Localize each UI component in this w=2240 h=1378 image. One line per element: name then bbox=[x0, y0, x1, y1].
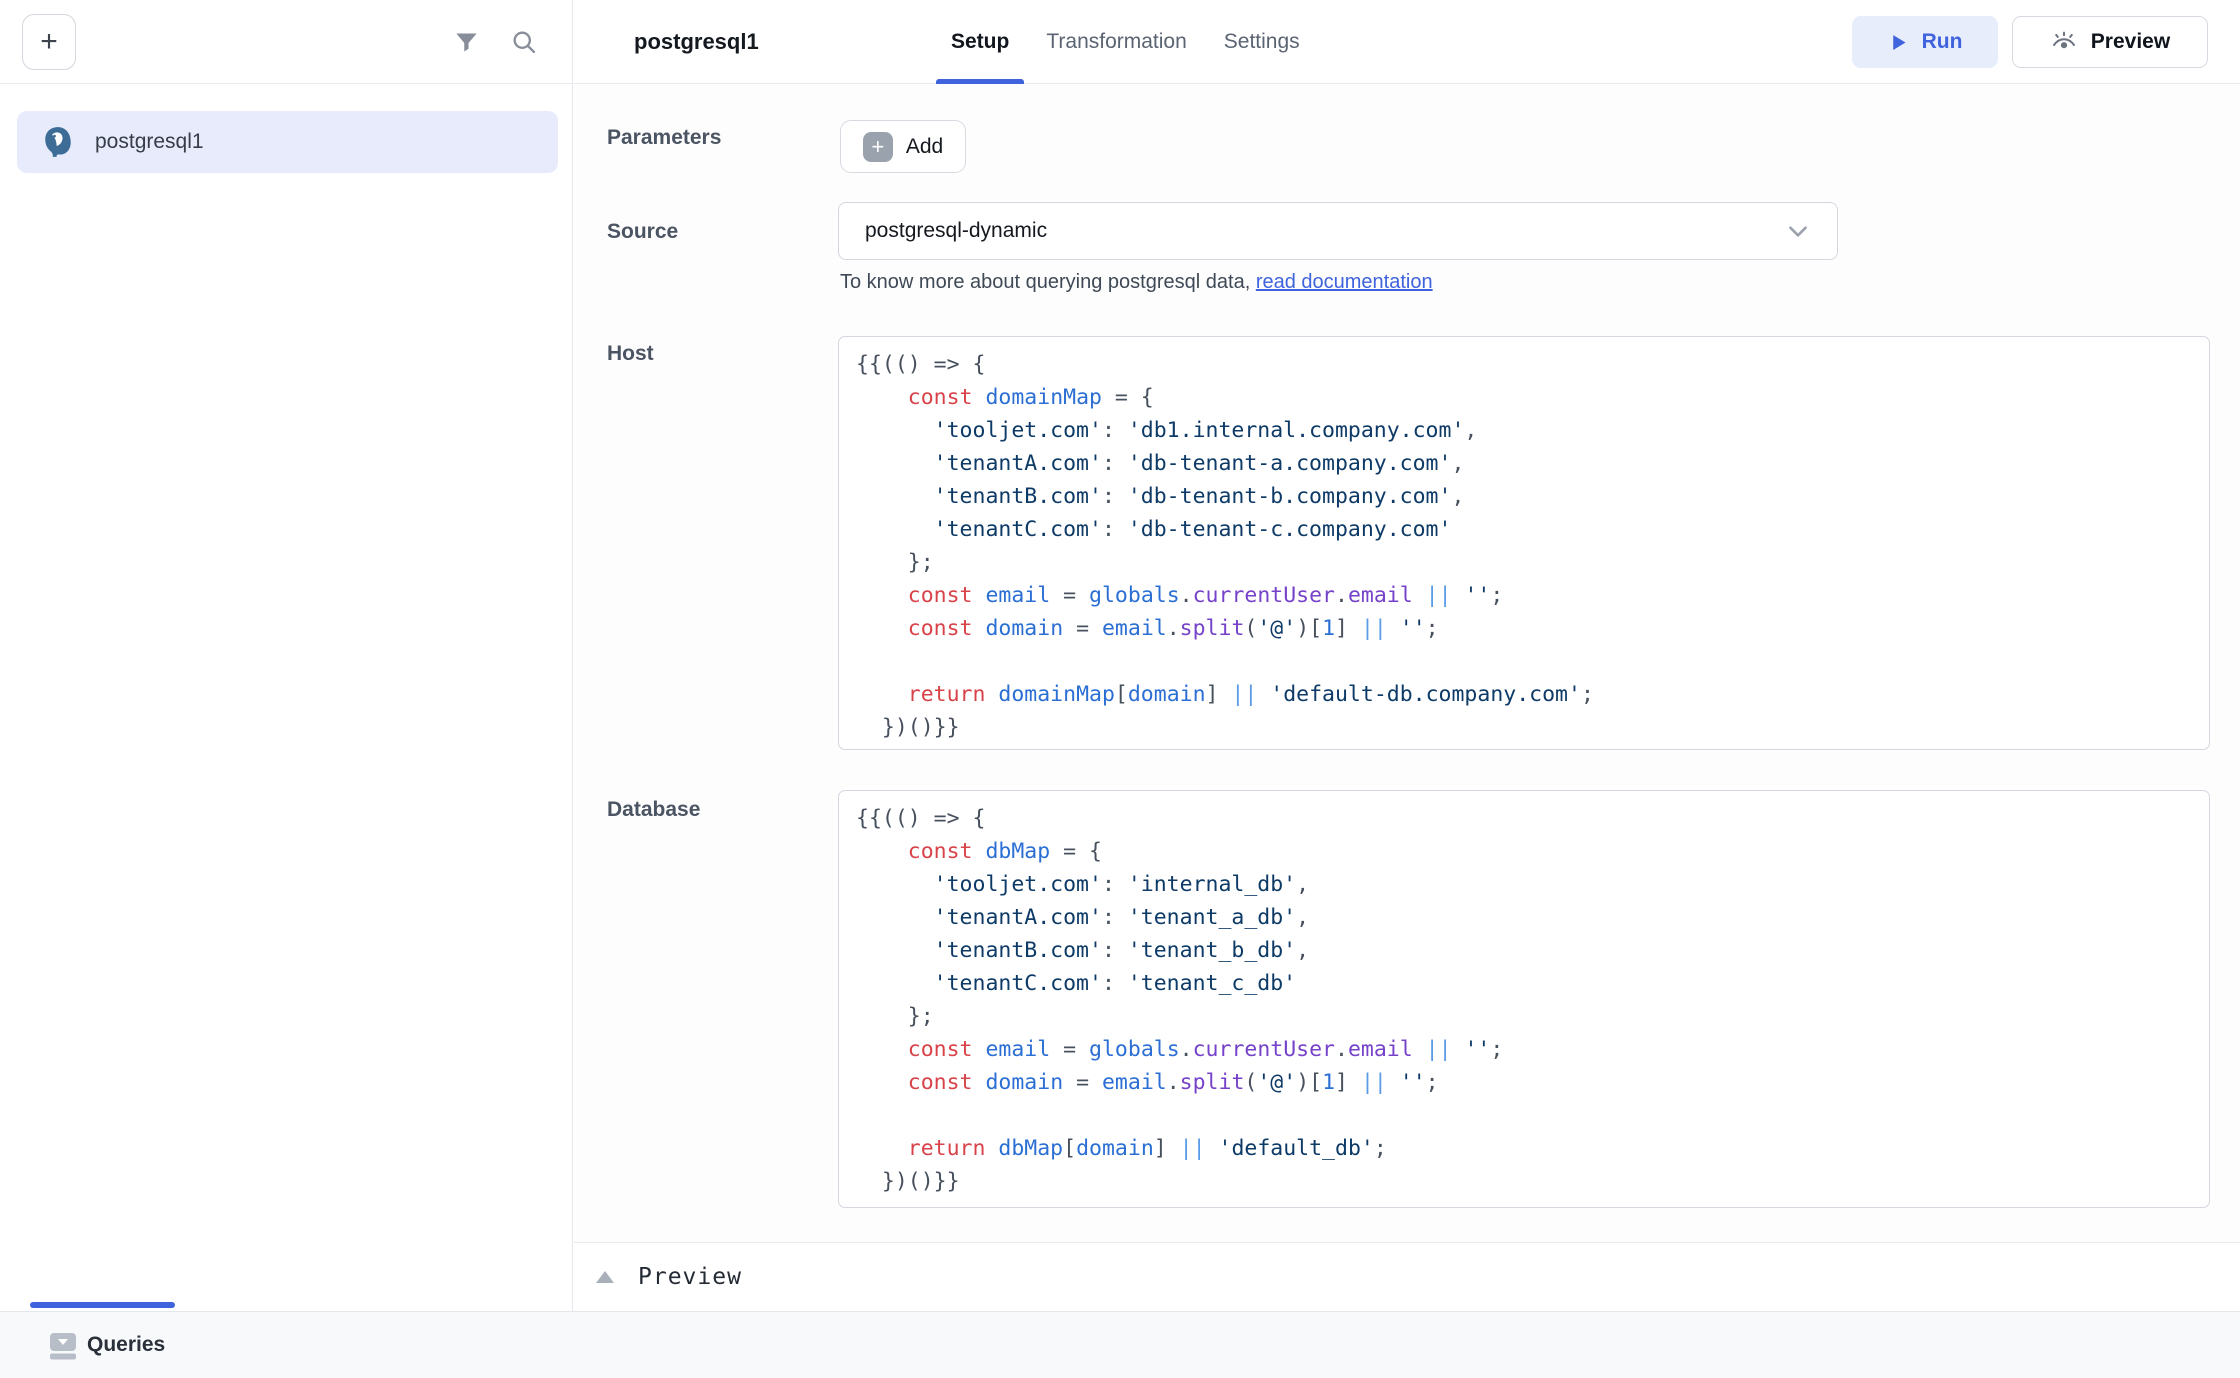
query-title: postgresql1 bbox=[634, 0, 759, 84]
query-item-label: postgresql1 bbox=[95, 130, 204, 154]
eye-icon bbox=[2050, 28, 2078, 56]
query-editor-header: postgresql1 Setup Transformation Setting… bbox=[574, 0, 2240, 84]
preview-section-label: Preview bbox=[638, 1264, 742, 1290]
bottom-panel-bar: Queries bbox=[0, 1311, 2240, 1378]
add-query-button[interactable]: + bbox=[22, 14, 76, 70]
tab-setup[interactable]: Setup bbox=[951, 0, 1009, 84]
add-parameter-button[interactable]: + Add bbox=[840, 120, 966, 173]
parameters-label: Parameters bbox=[607, 126, 721, 150]
postgresql-icon bbox=[41, 125, 75, 159]
queries-panel-active-indicator bbox=[30, 1302, 175, 1308]
database-label: Database bbox=[607, 798, 700, 822]
preview-section-toggle[interactable]: Preview bbox=[574, 1242, 2240, 1311]
search-icon[interactable] bbox=[510, 28, 538, 56]
database-code-editor[interactable]: {{(() => { const dbMap = { 'tooljet.com'… bbox=[838, 790, 2210, 1208]
read-documentation-link[interactable]: read documentation bbox=[1256, 271, 1433, 293]
source-select[interactable]: postgresql-dynamic bbox=[838, 202, 1838, 260]
query-editor-app: + postgresql1 bbox=[0, 0, 2240, 1378]
chevron-down-icon bbox=[1785, 218, 1811, 244]
preview-button[interactable]: Preview bbox=[2012, 16, 2208, 68]
source-selected-value: postgresql-dynamic bbox=[865, 219, 1785, 243]
query-editor-main: postgresql1 Setup Transformation Setting… bbox=[574, 0, 2240, 1311]
queries-icon bbox=[48, 1330, 78, 1360]
host-label: Host bbox=[607, 342, 654, 366]
play-icon bbox=[1888, 32, 1909, 53]
source-help-text: To know more about querying postgresql d… bbox=[840, 271, 1433, 294]
header-actions: Run Preview bbox=[1852, 16, 2208, 68]
queries-panel-label: Queries bbox=[87, 1333, 165, 1357]
host-code-editor[interactable]: {{(() => { const domainMap = { 'tooljet.… bbox=[838, 336, 2210, 750]
collapse-up-icon bbox=[596, 1271, 614, 1283]
plus-icon: + bbox=[863, 132, 893, 162]
tab-settings[interactable]: Settings bbox=[1224, 0, 1300, 84]
filter-icon[interactable] bbox=[453, 29, 480, 56]
sidebar-toolbar: + bbox=[0, 0, 572, 84]
queries-panel-tab[interactable]: Queries bbox=[48, 1330, 165, 1360]
query-list-sidebar: + postgresql1 bbox=[0, 0, 573, 1311]
tab-transformation[interactable]: Transformation bbox=[1046, 0, 1186, 84]
run-button[interactable]: Run bbox=[1852, 16, 1998, 68]
query-list: postgresql1 bbox=[0, 85, 572, 173]
query-list-item-postgresql1[interactable]: postgresql1 bbox=[17, 111, 558, 173]
editor-tabs: Setup Transformation Settings bbox=[951, 0, 1300, 84]
source-label: Source bbox=[607, 220, 678, 244]
